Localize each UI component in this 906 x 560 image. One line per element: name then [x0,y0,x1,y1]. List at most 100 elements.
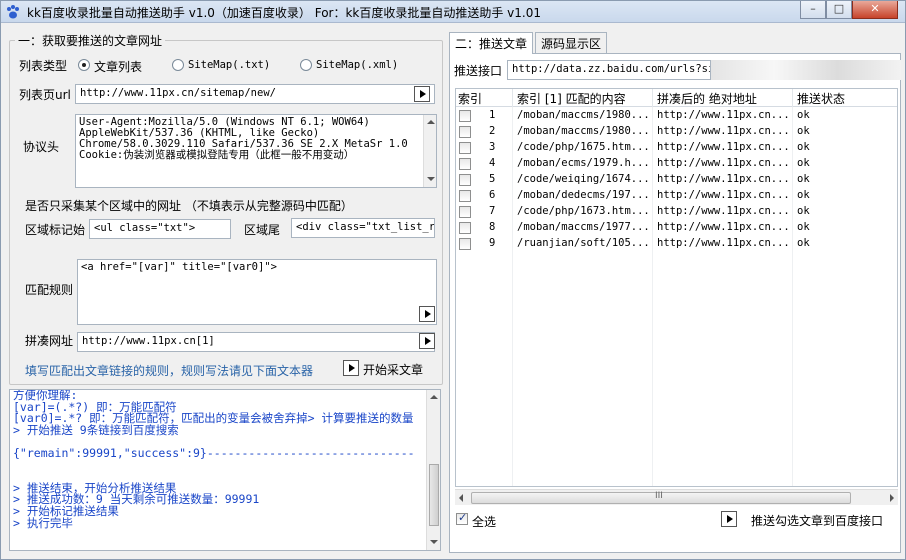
radio-sitemap-txt[interactable] [172,59,184,71]
log-line: {"remain":99991,"success":9}------------… [13,445,415,460]
row-index: 8 [489,221,496,233]
row-checkbox[interactable] [459,222,471,234]
row-checkbox[interactable] [459,206,471,218]
table-hscrollbar[interactable]: III [455,489,898,505]
col-index[interactable]: 索引 [458,90,482,107]
fetch-group-title: 一：获取要推送的文章网址 [15,32,166,49]
scroll-up-arrow-icon[interactable] [427,120,435,124]
row-url: http://www.11px.cn... [657,141,790,153]
row-checkbox[interactable] [459,126,471,138]
minimize-button[interactable]: – [800,1,826,19]
row-status: ok [797,205,810,217]
scroll-down-arrow-icon[interactable] [427,177,435,181]
match-rule-text: <a href="[var]" title="[var0]"> [81,261,277,273]
table-row[interactable]: 1/moban/maccms/1980... http://www.11px.cn… [456,108,897,124]
select-all-checkbox[interactable] [456,511,468,525]
list-page-go-button[interactable] [414,86,430,102]
start-collect-icon[interactable] [343,360,359,376]
api-url-input[interactable]: http://data.zz.baidu.com/urls?site= [507,60,711,80]
close-button[interactable]: ✕ [852,1,898,19]
table-row[interactable]: 7/code/php/1673.htm... http://www.11px.cn… [456,204,897,220]
log-line: > 执行完毕 [13,515,73,530]
list-page-label: 列表页url [19,88,71,102]
row-checkbox[interactable] [459,110,471,122]
row-checkbox[interactable] [459,238,471,250]
col-status[interactable]: 推送状态 [797,90,845,107]
protocol-header-textarea[interactable]: User-Agent:Mozilla/5.0 (Windows NT 6.1; … [75,114,437,188]
table-row[interactable]: 6/moban/dedecms/197... http://www.11px.cn… [456,188,897,204]
api-label: 推送接口 [454,64,503,78]
concat-url-input[interactable]: http://www.11px.cn[1] [77,332,435,352]
push-selected-icon[interactable] [721,511,737,527]
protocol-scrollbar[interactable] [423,115,436,187]
protocol-label: 协议头 [23,140,60,154]
push-selected-button[interactable]: 推送勾选文章到百度接口 [751,512,883,529]
region-question: 是否只采集某个区域中的网址 （不填表示从完整源码中匹配） [25,199,353,213]
row-match: /code/weiqing/1674... [517,173,650,185]
row-match: /code/php/1673.htm... [517,205,650,217]
table-row[interactable]: 2/moban/maccms/1980... http://www.11px.cn… [456,124,897,140]
list-page-url-input[interactable]: http://www.11px.cn/sitemap/new/ [75,84,435,104]
rule-hint: 填写匹配出文章链接的规则，规则写法请见下面文本器 [25,364,314,378]
row-match: /moban/maccms/1980... [517,125,650,137]
region-start-label: 区域标记始 [25,223,86,237]
log-output[interactable]: 方便你理解: [var]=(.*?) 即：万能匹配符 [var0]=.*? 即：… [9,389,441,551]
match-rule-go-button[interactable] [419,306,435,322]
row-match: /moban/dedecms/197... [517,189,650,201]
table-row[interactable]: 5/code/weiqing/1674... http://www.11px.cn… [456,172,897,188]
push-result-table[interactable]: 索引 索引 [1] 匹配的内容 拼凑后的 绝对地址 推送状态 1/moban/m… [455,88,898,487]
row-checkbox[interactable] [459,174,471,186]
radio-sitemap-xml[interactable] [300,59,312,71]
protocol-line: Cookie:伪装浏览器或模拟登陆专用（此框一般不用变动） [79,149,355,161]
col-match[interactable]: 索引 [1] 匹配的内容 [517,90,626,107]
column-separator [792,89,793,107]
row-match: /moban/maccms/1980... [517,109,650,121]
log-line: > 开始标记推送结果 [13,503,119,518]
region-end-input[interactable]: <div class="txt_list_ri [291,218,435,238]
select-all-label[interactable]: 全选 [472,513,496,530]
radio-sitemap-xml-label[interactable]: SiteMap(.xml) [316,59,398,71]
scroll-left-arrow-icon[interactable] [459,494,463,502]
table-row[interactable]: 4/moban/ecms/1979.h... http://www.11px.cn… [456,156,897,172]
row-index: 5 [489,173,496,185]
scroll-down-arrow-icon[interactable] [430,540,438,544]
table-row[interactable]: 8/moban/maccms/1977... http://www.11px.cn… [456,220,897,236]
table-row[interactable]: 3/code/php/1675.htm... http://www.11px.cn… [456,140,897,156]
concat-go-button[interactable] [419,333,435,349]
scroll-right-arrow-icon[interactable] [890,494,894,502]
row-status: ok [797,125,810,137]
row-index: 1 [489,109,496,121]
log-scroll-thumb[interactable] [429,464,439,526]
row-checkbox[interactable] [459,190,471,202]
concat-label: 拼凑网址 [25,334,74,348]
scroll-up-arrow-icon[interactable] [430,395,438,399]
row-index: 6 [489,189,496,201]
tab-push-article[interactable]: 二：推送文章 [449,32,534,54]
match-rule-textarea[interactable]: <a href="[var]" title="[var0]"> [77,259,437,325]
scroll-grip: III [655,491,663,501]
radio-article-list-label[interactable]: 文章列表 [94,58,142,75]
row-checkbox[interactable] [459,142,471,154]
row-checkbox[interactable] [459,158,471,170]
table-row[interactable]: 9/ruanjian/soft/105... http://www.11px.cn… [456,236,897,252]
maximize-button[interactable]: □ [826,1,852,19]
match-rule-label: 匹配规则 [25,283,74,297]
row-url: http://www.11px.cn... [657,189,790,201]
api-url-redacted [711,60,901,80]
row-status: ok [797,141,810,153]
log-scrollbar[interactable] [426,390,440,550]
row-url: http://www.11px.cn... [657,173,790,185]
row-match: /code/php/1675.htm... [517,141,650,153]
region-start-input[interactable]: <ul class="txt"> [89,219,231,239]
radio-sitemap-txt-label[interactable]: SiteMap(.txt) [188,59,270,71]
log-line: > 开始推送 9条链接到百度搜索 [13,422,179,437]
column-separator [512,89,513,107]
radio-article-list[interactable] [78,59,90,71]
col-url[interactable]: 拼凑后的 绝对地址 [657,90,757,107]
table-hscroll-thumb[interactable]: III [471,491,851,504]
row-index: 3 [489,141,496,153]
tab-source-view[interactable]: 源码显示区 [535,32,608,53]
start-collect-button[interactable]: 开始采文章 [363,361,423,378]
row-status: ok [797,237,810,249]
region-end-label: 区域尾 [244,223,281,237]
